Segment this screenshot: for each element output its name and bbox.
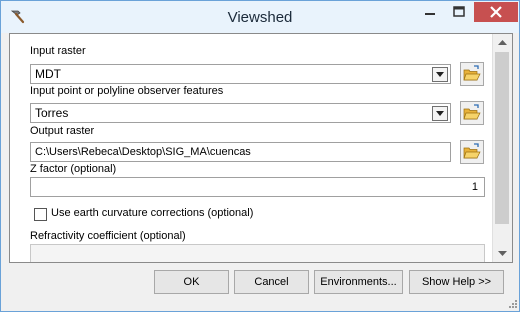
z-factor-value: 1: [471, 181, 478, 193]
close-icon: [490, 6, 502, 18]
output-raster-browse-button[interactable]: [460, 140, 484, 164]
observer-features-label: Input point or polyline observer feature…: [30, 85, 224, 97]
scrollbar-thumb[interactable]: [495, 52, 509, 224]
vertical-scrollbar[interactable]: [492, 34, 512, 262]
cancel-button[interactable]: Cancel: [234, 270, 309, 294]
minimize-button[interactable]: [416, 2, 444, 22]
dropdown-arrow-icon[interactable]: [432, 106, 448, 121]
ok-button[interactable]: OK: [154, 270, 229, 294]
open-folder-icon: [463, 65, 481, 81]
maximize-button[interactable]: [445, 2, 473, 22]
observer-features-value: Torres: [35, 106, 69, 120]
resize-grip-icon[interactable]: [506, 297, 518, 309]
scroll-up-icon[interactable]: [493, 34, 512, 51]
z-factor-field[interactable]: 1: [30, 177, 485, 197]
input-raster-value: MDT: [35, 67, 61, 81]
open-folder-icon: [463, 143, 481, 159]
close-button[interactable]: [474, 2, 518, 22]
refractivity-label: Refractivity coefficient (optional): [30, 230, 186, 242]
show-help-button[interactable]: Show Help >>: [409, 270, 504, 294]
refractivity-field[interactable]: [30, 244, 485, 262]
output-raster-label: Output raster: [30, 125, 95, 137]
dropdown-arrow-icon[interactable]: [432, 67, 448, 82]
z-factor-label: Z factor (optional): [30, 163, 117, 175]
minimize-icon: [425, 13, 435, 15]
title-bar[interactable]: Viewshed: [1, 1, 519, 33]
observer-features-combo[interactable]: Torres: [30, 103, 451, 123]
viewshed-dialog: Viewshed Input raster MDT Input point or…: [0, 0, 520, 312]
parameters-panel: Input raster MDT Input point or polyline…: [9, 33, 513, 263]
output-raster-field[interactable]: C:\Users\Rebeca\Desktop\SIG_MA\cuencas: [30, 142, 451, 162]
input-raster-label: Input raster: [30, 45, 86, 57]
input-raster-browse-button[interactable]: [460, 62, 484, 86]
environments-button[interactable]: Environments...: [314, 270, 403, 294]
observer-features-browse-button[interactable]: [460, 101, 484, 125]
input-raster-combo[interactable]: MDT: [30, 64, 451, 84]
output-raster-value: C:\Users\Rebeca\Desktop\SIG_MA\cuencas: [35, 146, 251, 158]
earth-curvature-label[interactable]: Use earth curvature corrections (optiona…: [51, 207, 253, 219]
earth-curvature-checkbox[interactable]: [34, 208, 47, 221]
open-folder-icon: [463, 104, 481, 120]
maximize-icon: [453, 6, 465, 17]
scroll-down-icon[interactable]: [493, 245, 512, 262]
